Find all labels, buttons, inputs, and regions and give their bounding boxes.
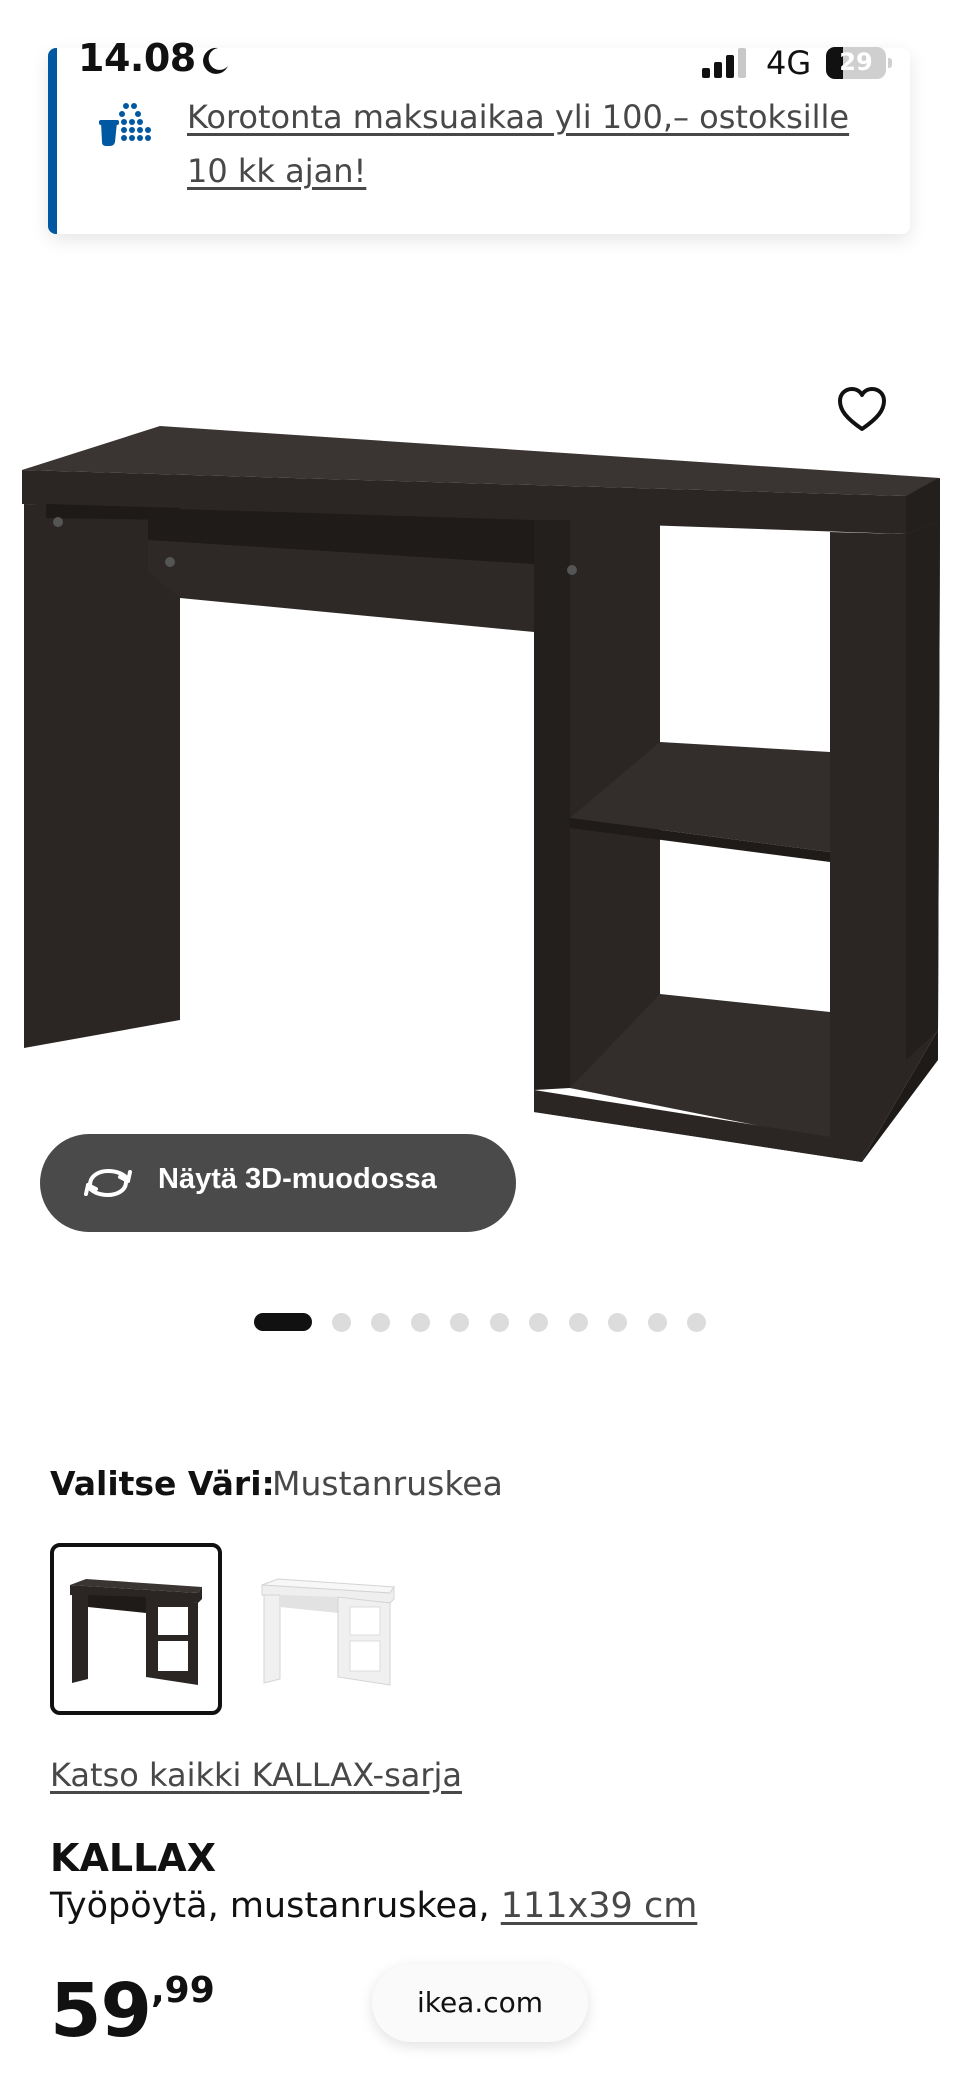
price-integer: 59 bbox=[50, 1968, 152, 2054]
wishlist-button[interactable] bbox=[834, 382, 890, 438]
browser-domain: ikea.com bbox=[416, 1986, 544, 2019]
view-3d-label: Näytä 3D-muodossa bbox=[158, 1163, 437, 1195]
product-price: 59,99 bbox=[50, 1968, 215, 2054]
color-swatch-mustanruskea[interactable] bbox=[50, 1543, 222, 1715]
carousel-dot[interactable] bbox=[529, 1313, 548, 1332]
carousel-dot[interactable] bbox=[569, 1313, 588, 1332]
status-time: 14.08 bbox=[78, 36, 196, 80]
product-image[interactable] bbox=[0, 400, 960, 1180]
color-swatch-valkoinen[interactable] bbox=[242, 1543, 414, 1715]
status-bar: 14.08 4G 29 bbox=[0, 0, 960, 82]
desk-thumbnail-white bbox=[261, 1578, 395, 1686]
moon-icon bbox=[203, 47, 228, 74]
color-select-value: Mustanruskea bbox=[272, 1464, 503, 1503]
payment-plan-icon bbox=[99, 103, 151, 146]
color-select-label: Valitse Väri: bbox=[50, 1464, 275, 1503]
carousel-dot[interactable] bbox=[371, 1313, 390, 1332]
cellular-signal-icon bbox=[702, 48, 746, 78]
carousel-dot[interactable] bbox=[332, 1313, 351, 1332]
battery-level: 29 bbox=[839, 48, 873, 76]
carousel-dot[interactable] bbox=[648, 1313, 667, 1332]
desk-thumbnail-dark bbox=[70, 1579, 202, 1685]
product-name: KALLAX bbox=[50, 1836, 216, 1880]
promo-link[interactable]: Korotonta maksuaikaa yli 100,– ostoksill… bbox=[187, 90, 887, 198]
carousel-dot[interactable] bbox=[450, 1313, 469, 1332]
carousel-dot-active[interactable] bbox=[254, 1313, 312, 1331]
product-description: Työpöytä, mustanruskea, 111x39 cm bbox=[50, 1886, 697, 1926]
view-3d-button[interactable]: Näytä 3D-muodossa bbox=[40, 1134, 516, 1232]
carousel-dot[interactable] bbox=[411, 1313, 430, 1332]
battery-icon: 29 bbox=[826, 47, 892, 79]
heart-icon bbox=[838, 387, 886, 431]
carousel-dot[interactable] bbox=[490, 1313, 509, 1332]
product-size-link[interactable]: 111x39 cm bbox=[501, 1886, 698, 1926]
series-link[interactable]: Katso kaikki KALLAX-sarja bbox=[50, 1756, 462, 1794]
carousel-dot[interactable] bbox=[687, 1313, 706, 1332]
product-description-text: Työpöytä, mustanruskea, bbox=[50, 1886, 490, 1926]
network-type: 4G bbox=[766, 44, 812, 82]
carousel-dots[interactable] bbox=[0, 1310, 960, 1334]
rotate-3d-icon bbox=[84, 1168, 132, 1198]
carousel-dot[interactable] bbox=[608, 1313, 627, 1332]
price-decimal: ,99 bbox=[150, 1970, 215, 2011]
browser-address-pill[interactable]: ikea.com bbox=[372, 1964, 588, 2042]
